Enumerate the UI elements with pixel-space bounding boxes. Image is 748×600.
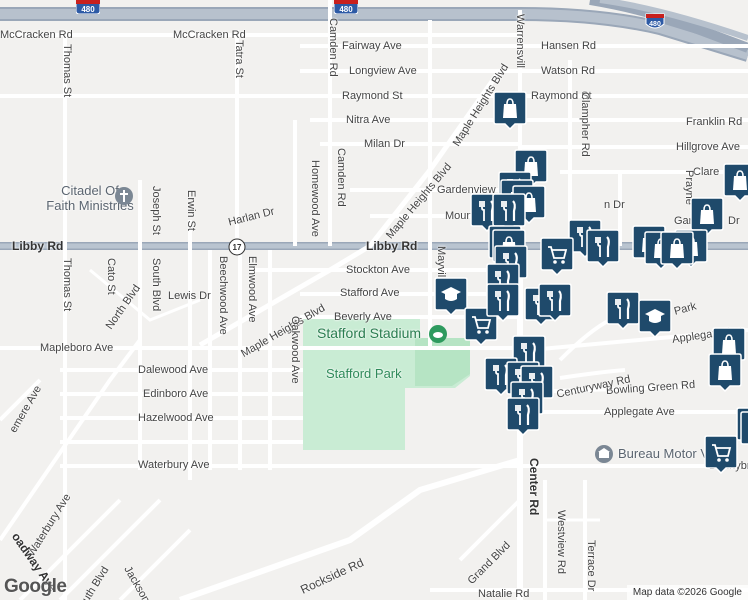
street-label-center-rd: Center Rd <box>527 458 541 516</box>
fork-knife-icon <box>586 229 620 269</box>
street-label: Thomas St <box>61 44 73 98</box>
street-label: Lewis Dr <box>168 290 211 302</box>
place-label: Faith Ministries <box>46 198 134 213</box>
street-label: Hansen Rd <box>541 40 597 52</box>
street-label: Hazelwood Ave <box>138 412 214 424</box>
shopping-bag-pin[interactable] <box>740 410 748 450</box>
street-label: Westview Rd <box>555 510 567 574</box>
street-label: Nitra Ave <box>346 114 391 126</box>
fork-knife-icon <box>606 291 640 331</box>
shopping-bag-icon <box>708 353 742 393</box>
street-label: Hillgrove Ave <box>676 141 740 153</box>
route-17-shield: 17 <box>228 238 246 261</box>
graduation-cap-icon <box>434 277 468 317</box>
street-label: Thomas St <box>61 258 73 312</box>
map-canvas[interactable]: 480 480 480 17 McCracken Rd McCracken Rd… <box>0 0 748 600</box>
fork-knife-pin[interactable] <box>486 282 520 323</box>
street-label: Edinboro Ave <box>143 388 209 400</box>
shopping-bag-pin[interactable] <box>708 352 742 393</box>
street-label: Franklin Rd <box>686 116 743 128</box>
street-label: Terrace Dr <box>585 540 597 592</box>
shopping-cart-icon <box>704 435 738 475</box>
shopping-bag-pin[interactable] <box>660 230 694 271</box>
place-label-stafford-park[interactable]: Stafford Park <box>326 367 402 380</box>
street-label: Camden Rd <box>335 148 347 207</box>
fork-knife-pin[interactable] <box>538 282 572 323</box>
street-label: Stafford Ave <box>340 287 400 299</box>
place-label-stafford-stadium[interactable]: Stafford Stadium <box>317 326 421 340</box>
street-label: Fairway Ave <box>342 40 402 52</box>
street-label: Dr <box>728 215 740 227</box>
church-icon <box>114 186 134 211</box>
street-label: Natalie Rd <box>478 588 530 600</box>
fork-knife-pin[interactable] <box>606 290 640 331</box>
street-label: Homewood Ave <box>309 160 321 237</box>
street-label: Raymond St <box>342 90 403 102</box>
fork-knife-icon <box>486 283 520 323</box>
street-label: Dalewood Ave <box>138 364 209 376</box>
interstate-480-shield-right: 480 <box>644 12 666 37</box>
street-label: Beechwood Ave <box>217 256 229 335</box>
fork-knife-icon <box>538 283 572 323</box>
street-label: South Blvd <box>150 258 162 312</box>
graduation-cap-pin[interactable] <box>434 276 468 317</box>
svg-text:480: 480 <box>339 5 353 14</box>
place-label: Citadel Of <box>61 183 119 198</box>
interstate-480-shield-top: 480 <box>75 0 101 19</box>
shopping-cart-pin[interactable] <box>704 434 738 475</box>
street-label-libby-rd: Libby Rd <box>12 239 64 253</box>
shopping-bag-icon <box>493 91 527 131</box>
shopping-bag-pin[interactable] <box>723 162 748 203</box>
graduation-cap-icon <box>638 299 672 339</box>
svg-text:480: 480 <box>81 5 95 14</box>
fork-knife-pin[interactable] <box>586 228 620 269</box>
street-label: Longview Ave <box>349 65 417 77</box>
svg-text:480: 480 <box>649 21 661 28</box>
street-label: Beverly Ave <box>334 311 392 323</box>
map-attribution: Map data ©2026 Google <box>626 585 748 600</box>
shopping-bag-icon <box>660 231 694 271</box>
shopping-cart-pin[interactable] <box>540 236 574 277</box>
street-label: Watson Rd <box>541 65 596 77</box>
street-label: Camden Rd <box>327 18 339 77</box>
street-label: Elmwood Ave <box>246 256 258 323</box>
street-label: n Dr <box>604 199 625 211</box>
street-label: Warrensvill <box>514 14 526 68</box>
stadium-icon <box>428 324 448 349</box>
shopping-bag-icon <box>740 411 748 445</box>
shopping-bag-pin[interactable] <box>493 90 527 131</box>
street-label: Waterbury Ave <box>138 459 210 471</box>
fork-knife-pin[interactable] <box>506 396 540 437</box>
street-label: McCracken Rd <box>0 29 73 41</box>
street-label: Applegate Ave <box>604 406 675 418</box>
google-logo: Google <box>4 576 67 597</box>
street-label: Clampher Rd <box>579 92 591 157</box>
shopping-bag-icon <box>723 163 748 203</box>
place-citadel-of-faith-ministries[interactable]: Citadel Of Faith Ministries <box>10 184 170 212</box>
street-label: Stockton Ave <box>346 264 411 276</box>
street-label: Clare <box>693 166 720 178</box>
government-icon <box>594 444 614 469</box>
graduation-cap-pin[interactable] <box>638 298 672 339</box>
street-label: Oakwood Ave <box>289 316 301 384</box>
street-label: Mapleboro Ave <box>40 342 114 354</box>
fork-knife-icon <box>506 397 540 437</box>
shopping-cart-icon <box>540 237 574 277</box>
street-label-libby-rd: Libby Rd <box>366 239 418 253</box>
street-label: Tatra St <box>233 40 245 78</box>
street-label: Milan Dr <box>364 138 405 150</box>
svg-text:17: 17 <box>233 243 242 252</box>
street-label: Erwin St <box>185 190 197 231</box>
street-label: Cato St <box>105 258 117 295</box>
interstate-480-shield-left: 480 <box>333 0 359 19</box>
